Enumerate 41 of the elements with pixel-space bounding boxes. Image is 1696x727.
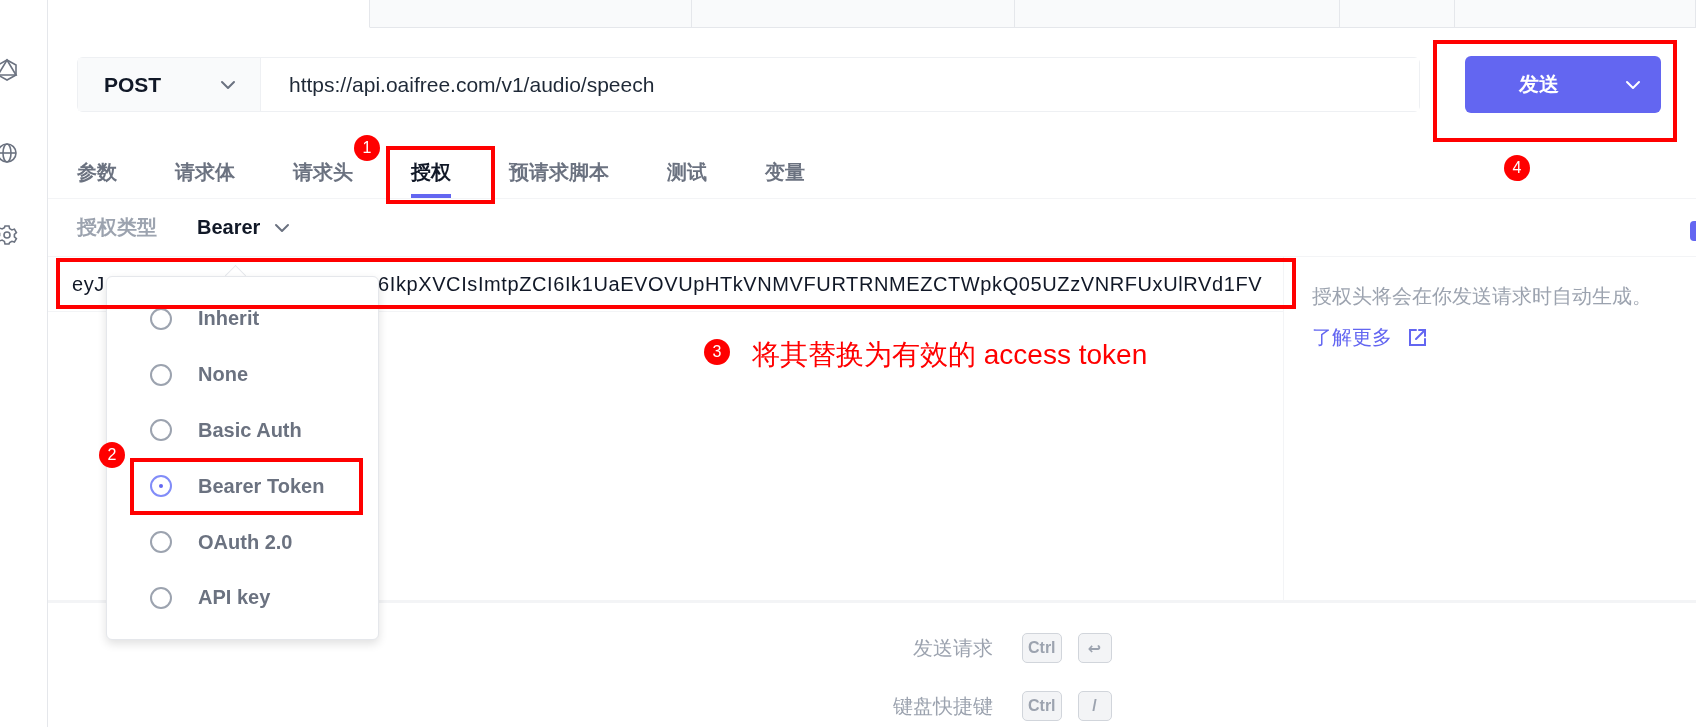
- globe-icon[interactable]: [0, 142, 18, 164]
- tab[interactable]: 测试: [667, 159, 707, 198]
- learn-more-link[interactable]: 了解更多: [1312, 324, 1428, 351]
- key-cap: /: [1077, 691, 1112, 721]
- key-cap: ↩: [1077, 633, 1112, 663]
- tab[interactable]: 请求体: [175, 159, 235, 198]
- tab[interactable]: 授权: [411, 159, 451, 198]
- shortcut-label: 发送请求: [912, 635, 993, 661]
- menu-option[interactable]: OAuth 2.0: [150, 514, 293, 570]
- tab[interactable]: 请求头: [293, 159, 353, 198]
- send-button[interactable]: 发送: [1465, 56, 1661, 113]
- tab[interactable]: 变量: [765, 159, 805, 198]
- step-number: 3: [704, 339, 730, 365]
- step-number: 2: [99, 442, 125, 468]
- tab[interactable]: 预请求脚本: [509, 159, 609, 198]
- tab[interactable]: 参数: [77, 159, 117, 198]
- radio-button[interactable]: [150, 586, 172, 609]
- side-button[interactable]: [1690, 221, 1696, 241]
- menu-option[interactable]: None: [150, 346, 248, 403]
- external-link-icon: [1406, 326, 1428, 349]
- key-cap: Ctrl: [1022, 633, 1062, 663]
- radio-button[interactable]: [150, 419, 172, 442]
- key-cap: Ctrl: [1022, 691, 1062, 721]
- graphql-icon[interactable]: [0, 58, 18, 82]
- menu-option[interactable]: Bearer Token: [150, 458, 325, 515]
- auth-type-label: 授权类型: [77, 215, 157, 240]
- radio-button[interactable]: [150, 475, 172, 498]
- chevron-down-icon: [1625, 79, 1641, 90]
- annotation-text: 将其替换为有效的 access token: [752, 338, 1148, 372]
- step-number: 4: [1504, 155, 1530, 181]
- chevron-down-icon: [274, 222, 291, 233]
- settings-icon[interactable]: [0, 224, 18, 246]
- help-text: 授权头将会在你发送请求时自动生成。: [1312, 284, 1653, 309]
- shortcut-label: 键盘快捷键: [892, 693, 993, 719]
- menu-option[interactable]: Basic Auth: [150, 402, 302, 459]
- auth-type-select[interactable]: Bearer: [197, 216, 291, 239]
- step-number: 1: [354, 135, 380, 161]
- radio-button[interactable]: [150, 307, 172, 330]
- radio-button[interactable]: [150, 363, 172, 386]
- radio-button[interactable]: [150, 531, 172, 554]
- menu-option[interactable]: API key: [150, 570, 271, 626]
